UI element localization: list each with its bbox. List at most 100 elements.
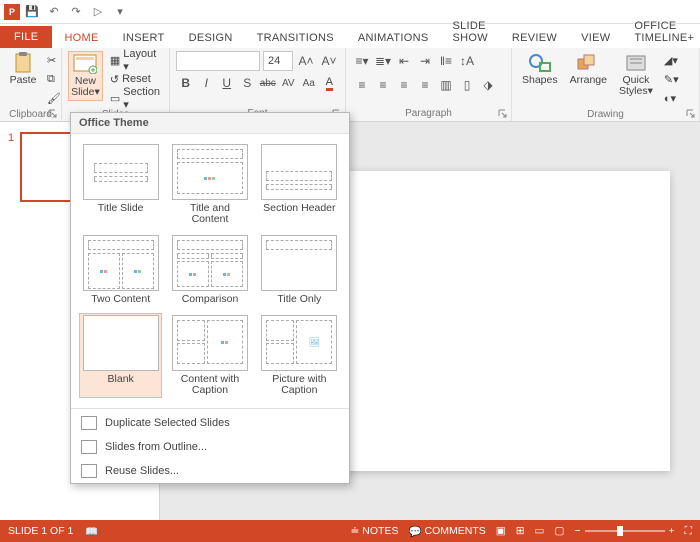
quick-styles-button[interactable]: Quick Styles▾ — [615, 51, 657, 99]
arrange-button[interactable]: Arrange — [566, 51, 611, 88]
save-button[interactable]: 💾 — [22, 2, 42, 22]
notes-button[interactable]: ≐NOTES — [350, 525, 398, 537]
duplicate-slides-item[interactable]: Duplicate Selected Slides — [71, 411, 349, 435]
shrink-font-button[interactable]: A˅ — [319, 51, 339, 71]
clipboard-launcher[interactable] — [48, 109, 58, 119]
zoom-slider[interactable] — [585, 530, 665, 532]
duplicate-icon — [81, 416, 97, 430]
smartart-button[interactable]: ⬗ — [478, 75, 498, 95]
normal-view-button[interactable]: ▣ — [496, 525, 506, 537]
grow-font-button[interactable]: A˄ — [296, 51, 316, 71]
font-name-combo[interactable] — [176, 51, 260, 71]
align-right-button[interactable]: ≡ — [394, 75, 414, 95]
numbering-button[interactable]: ≣▾ — [373, 51, 393, 71]
text-direction-button[interactable]: ↕A — [457, 51, 477, 71]
layout-title-slide[interactable]: Title Slide — [79, 142, 162, 227]
tab-view[interactable]: VIEW — [569, 28, 622, 48]
tab-insert[interactable]: INSERT — [111, 28, 177, 48]
section-button[interactable]: ▭Section ▾ — [107, 89, 163, 107]
start-from-beginning-button[interactable]: ▷ — [88, 2, 108, 22]
section-icon: ▭ — [110, 92, 120, 105]
underline-button[interactable]: U — [217, 73, 237, 93]
layout-button[interactable]: ▦Layout ▾ — [107, 51, 163, 69]
layout-section-header[interactable]: Section Header — [258, 142, 341, 227]
copy-icon: ⧉ — [47, 73, 55, 86]
bold-button[interactable]: B — [176, 73, 196, 93]
effects-icon: ◐▾ — [664, 92, 676, 105]
new-slide-dropdown: Office Theme Title Slide Title and Conte… — [70, 112, 350, 484]
ribbon-tabs: FILE HOME INSERT DESIGN TRANSITIONS ANIM… — [0, 24, 700, 48]
qat-customize-icon[interactable]: ▾ — [110, 2, 130, 22]
shape-fill-button[interactable]: ◢▾ — [661, 51, 682, 69]
slide-counter: SLIDE 1 OF 1 — [8, 525, 73, 537]
align-center-button[interactable]: ≡ — [373, 75, 393, 95]
undo-button[interactable]: ↶ — [44, 2, 64, 22]
zoom-out-button[interactable]: − — [574, 525, 580, 537]
shapes-button[interactable]: Shapes — [518, 51, 562, 88]
tab-office-timeline[interactable]: OFFICE TIMELINE+ — [622, 16, 700, 48]
layout-title-only[interactable]: Title Only — [258, 233, 341, 307]
layout-two-content[interactable]: Two Content — [79, 233, 162, 307]
font-size-combo[interactable]: 24 — [263, 51, 293, 71]
tab-transitions[interactable]: TRANSITIONS — [245, 28, 346, 48]
layout-icon: ▦ — [110, 54, 120, 67]
shadow-button[interactable]: S — [238, 73, 258, 93]
increase-indent-button[interactable]: ⇥ — [415, 51, 435, 71]
picture-icon: 🖼 — [309, 337, 320, 348]
justify-button[interactable]: ≡ — [415, 75, 435, 95]
comments-button[interactable]: 💬COMMENTS — [408, 525, 485, 538]
align-left-button[interactable]: ≡ — [352, 75, 372, 95]
slides-from-outline-item[interactable]: Slides from Outline... — [71, 435, 349, 459]
ribbon: Paste ✂ ⧉ 🖌 Clipboard New Slide▾ ▦Layout… — [0, 48, 700, 122]
tab-slideshow[interactable]: SLIDE SHOW — [440, 16, 499, 48]
char-spacing-button[interactable]: AV — [279, 73, 299, 93]
outline-icon: ✎▾ — [664, 73, 679, 86]
slide-number: 1 — [8, 132, 14, 202]
cut-button[interactable]: ✂ — [44, 51, 64, 69]
align-text-button[interactable]: ▯ — [457, 75, 477, 95]
columns-button[interactable]: ▥ — [436, 75, 456, 95]
tab-animations[interactable]: ANIMATIONS — [346, 28, 441, 48]
layout-comparison[interactable]: Comparison — [168, 233, 251, 307]
layout-content-with-caption[interactable]: Content with Caption — [168, 313, 251, 398]
quick-access-toolbar: P 💾 ↶ ↷ ▷ ▾ — [0, 0, 700, 24]
paste-button[interactable]: Paste — [6, 51, 40, 88]
slide-sorter-button[interactable]: ⊞ — [516, 525, 525, 537]
tab-review[interactable]: REVIEW — [500, 28, 569, 48]
reading-view-button[interactable]: ▭ — [535, 525, 545, 537]
reuse-slides-item[interactable]: Reuse Slides... — [71, 459, 349, 483]
new-slide-icon — [72, 54, 98, 74]
font-color-button[interactable]: A — [320, 73, 340, 93]
strikethrough-button[interactable]: abc — [258, 73, 278, 93]
app-icon: P — [4, 4, 20, 20]
notes-icon: ≐ — [350, 525, 359, 537]
drawing-launcher[interactable] — [686, 109, 696, 119]
change-case-button[interactable]: Aa — [299, 73, 319, 93]
shape-outline-button[interactable]: ✎▾ — [661, 70, 682, 88]
tab-file[interactable]: FILE — [0, 26, 52, 48]
brush-icon: 🖌 — [47, 92, 61, 105]
new-slide-button[interactable]: New Slide▾ — [68, 51, 103, 101]
bullets-button[interactable]: ≡▾ — [352, 51, 372, 71]
layout-title-and-content[interactable]: Title and Content — [168, 142, 251, 227]
decrease-indent-button[interactable]: ⇤ — [394, 51, 414, 71]
tab-design[interactable]: DESIGN — [177, 28, 245, 48]
line-spacing-button[interactable]: ‖≡ — [436, 51, 456, 71]
reuse-icon — [81, 464, 97, 478]
slideshow-view-button[interactable]: ▢ — [554, 525, 564, 537]
italic-button[interactable]: I — [197, 73, 217, 93]
shape-effects-button[interactable]: ◐▾ — [661, 89, 682, 107]
zoom-in-button[interactable]: + — [669, 525, 675, 537]
spell-check-icon[interactable]: 📖 — [85, 525, 98, 538]
layout-picture-with-caption[interactable]: 🖼Picture with Caption — [258, 313, 341, 398]
paragraph-launcher[interactable] — [498, 109, 508, 119]
scissors-icon: ✂ — [47, 54, 56, 67]
layout-blank[interactable]: Blank — [79, 313, 162, 398]
format-painter-button[interactable]: 🖌 — [44, 89, 64, 107]
redo-button[interactable]: ↷ — [66, 2, 86, 22]
group-label-paragraph: Paragraph — [352, 106, 505, 119]
tab-home[interactable]: HOME — [52, 28, 110, 48]
arrange-icon — [575, 53, 601, 73]
fit-to-window-button[interactable]: ⛶ — [685, 525, 692, 538]
copy-button[interactable]: ⧉ — [44, 70, 64, 88]
